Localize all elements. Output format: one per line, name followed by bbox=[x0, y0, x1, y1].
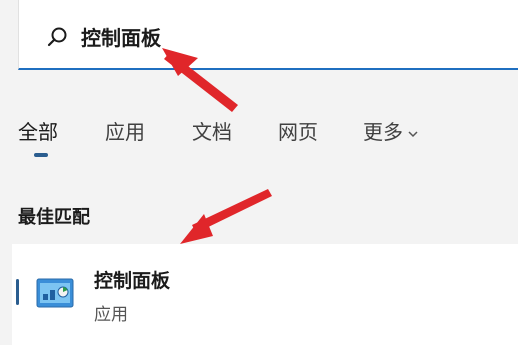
arrow-to-search bbox=[162, 48, 238, 112]
arrow-to-result bbox=[180, 189, 272, 244]
annotation-arrows bbox=[162, 48, 272, 244]
